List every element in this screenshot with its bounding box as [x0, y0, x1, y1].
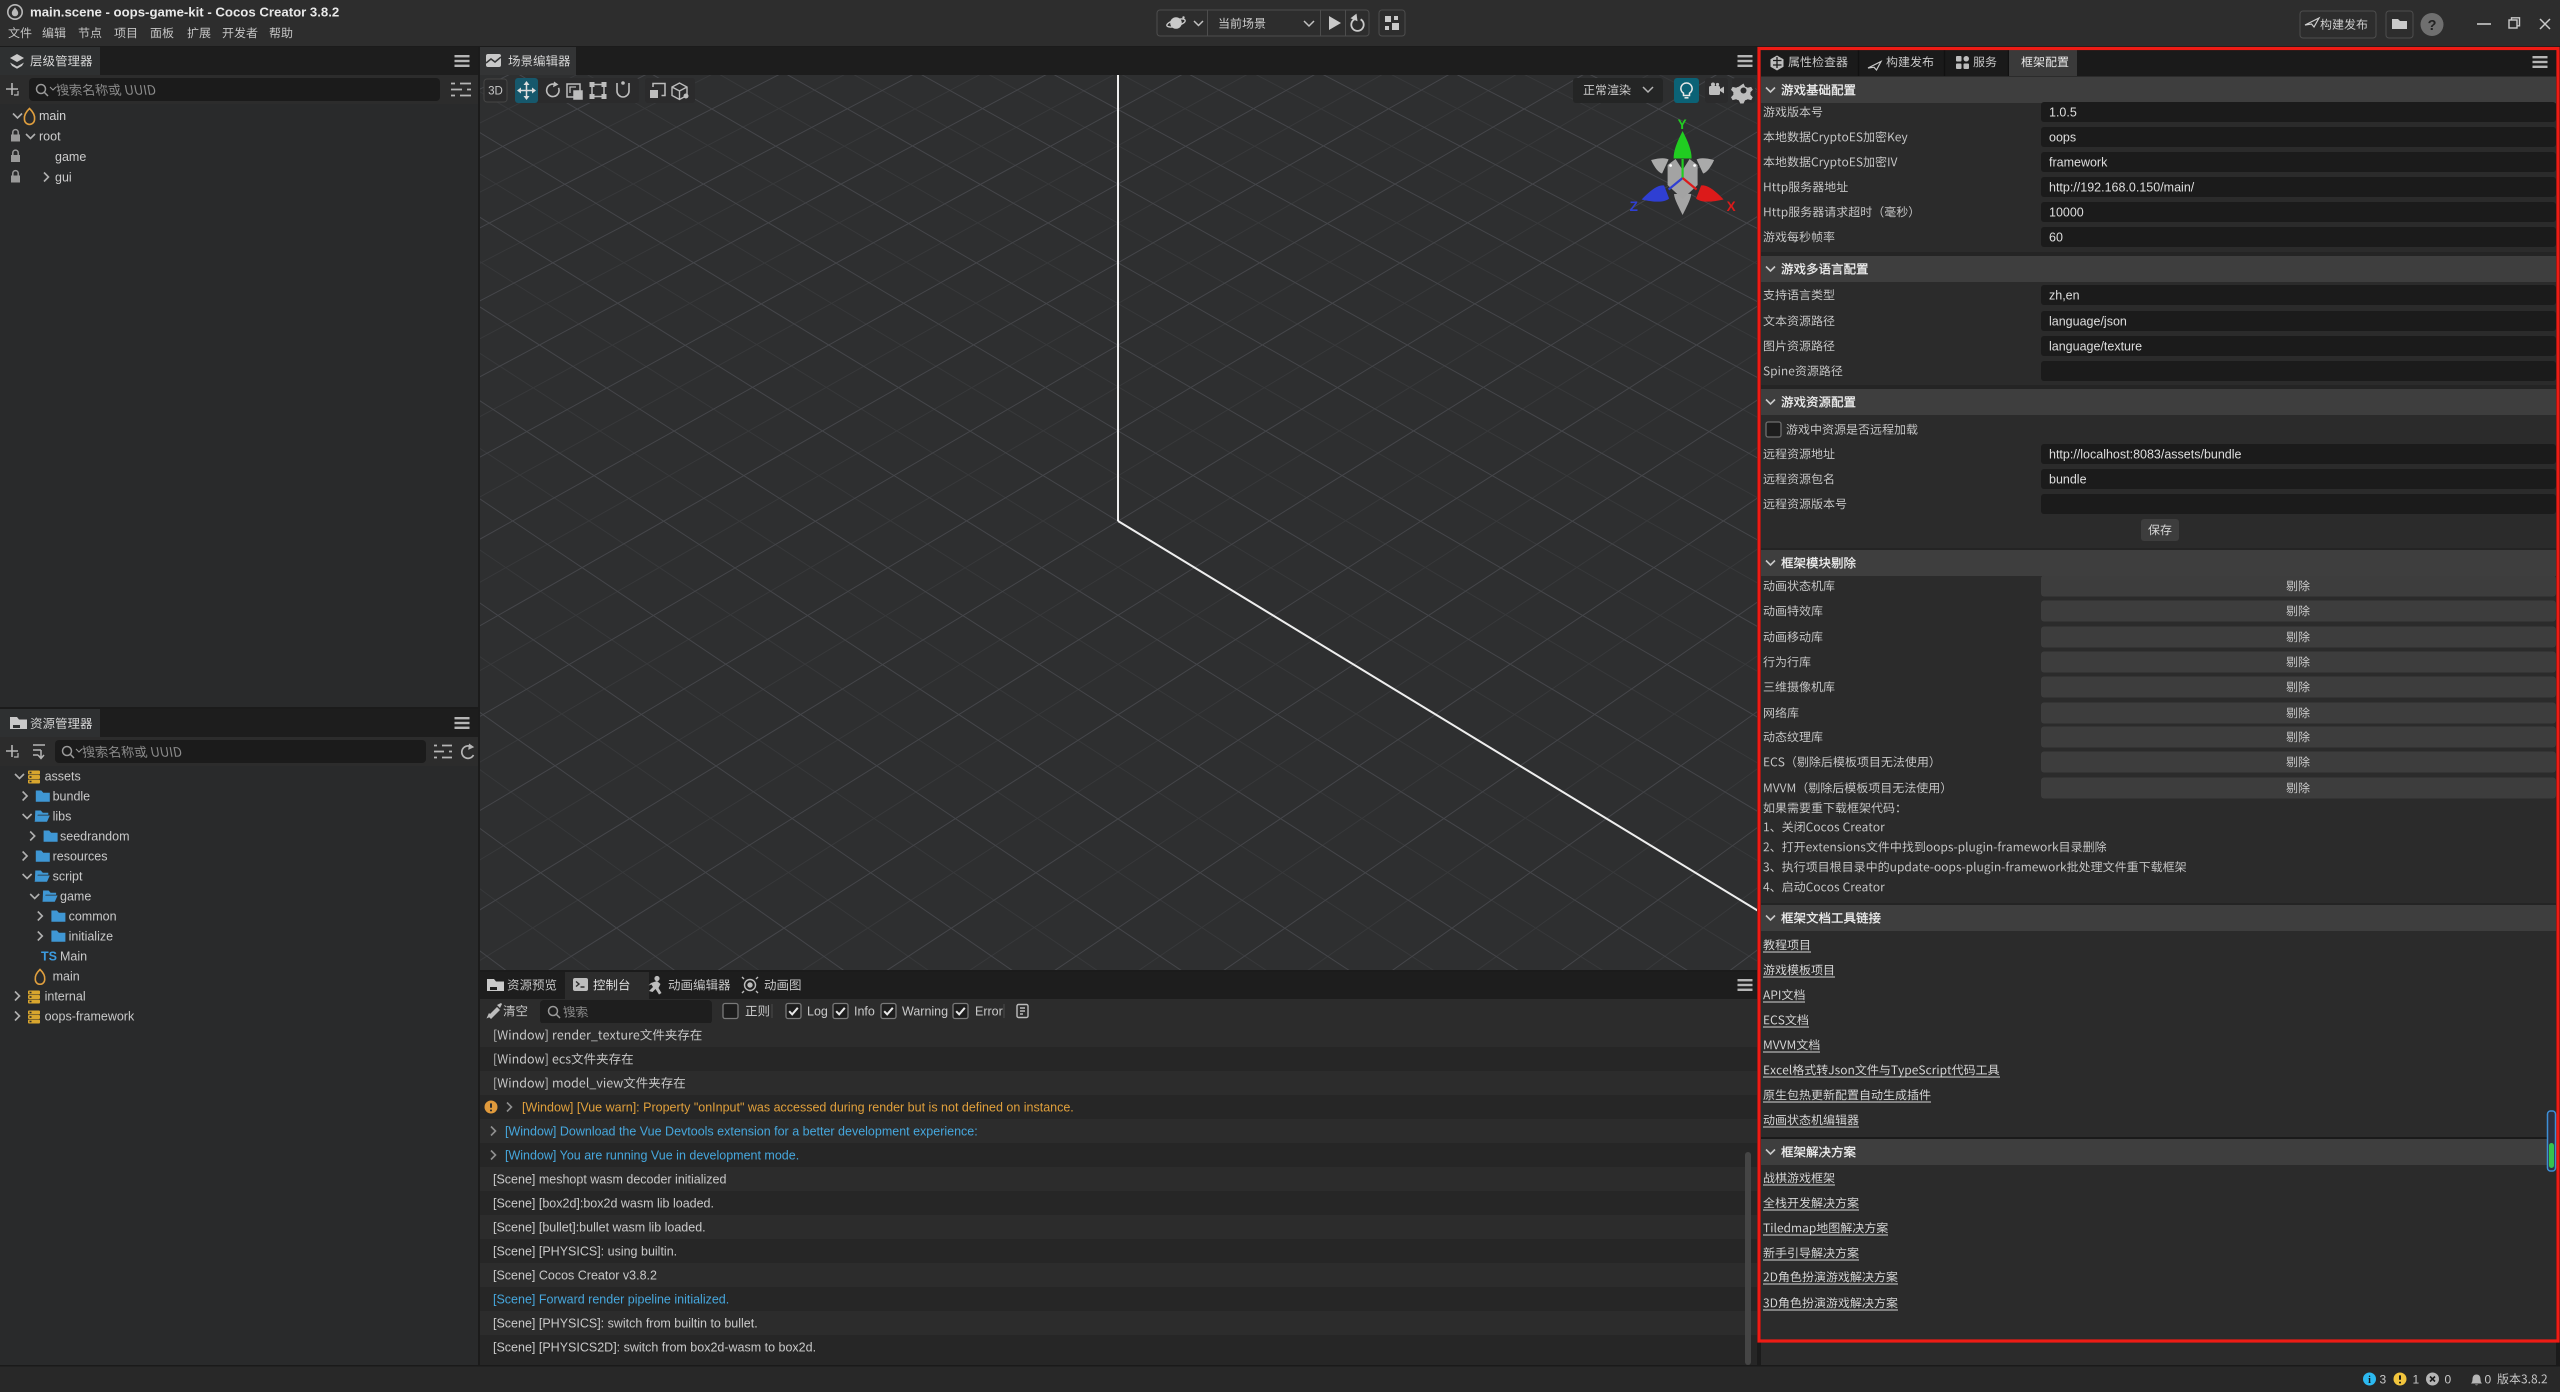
svg-text:[Scene] [PHYSICS]: switch from: [Scene] [PHYSICS]: switch from builtin t…	[493, 1316, 758, 1330]
svg-text:gui: gui	[55, 170, 72, 184]
svg-text:language/texture: language/texture	[2049, 339, 2142, 353]
svg-text:TS: TS	[41, 949, 57, 963]
svg-text:http://localhost:8083/assets/b: http://localhost:8083/assets/bundle	[2049, 447, 2242, 461]
svg-text:[Scene] Forward render pipelin: [Scene] Forward render pipeline initiali…	[493, 1292, 729, 1306]
svg-text:assets: assets	[45, 769, 81, 783]
svg-text:bundle: bundle	[53, 789, 91, 803]
svg-text:Info: Info	[854, 1004, 875, 1018]
svg-text:3D: 3D	[488, 86, 503, 98]
svg-text:http://192.168.0.150/main/: http://192.168.0.150/main/	[2049, 180, 2195, 194]
svg-text:[Scene] [bullet]:bullet wasm l: [Scene] [bullet]:bullet wasm lib loaded.	[493, 1220, 706, 1234]
svg-text:1.0.5: 1.0.5	[2049, 105, 2077, 119]
svg-text:initialize: initialize	[69, 929, 114, 943]
svg-text:1: 1	[2413, 1372, 2420, 1386]
svg-text:[Scene] [box2d]:box2d wasm lib: [Scene] [box2d]:box2d wasm lib loaded.	[493, 1196, 714, 1210]
svg-text:game: game	[55, 150, 86, 164]
svg-text:oops-framework: oops-framework	[45, 1009, 135, 1023]
svg-text:bundle: bundle	[2049, 472, 2087, 486]
svg-text:game: game	[60, 889, 91, 903]
svg-text:zh,en: zh,en	[2049, 288, 2080, 302]
svg-text:10000: 10000	[2049, 205, 2084, 219]
svg-text:X: X	[1727, 199, 1736, 214]
svg-text:oops: oops	[2049, 130, 2076, 144]
svg-text:[Window] [Vue warn]: Property: [Window] [Vue warn]: Property "onInput" …	[522, 1100, 1074, 1114]
svg-text:[Scene] meshopt wasm decoder i: [Scene] meshopt wasm decoder initialized	[493, 1172, 727, 1186]
svg-text:Y: Y	[1678, 117, 1687, 132]
svg-text:Warning: Warning	[902, 1004, 948, 1018]
svg-text:[Window] You are running Vue i: [Window] You are running Vue in developm…	[505, 1148, 799, 1162]
svg-text:resources: resources	[53, 849, 108, 863]
svg-text:60: 60	[2049, 230, 2063, 244]
svg-text:[Scene] Cocos Creator v3.8.2: [Scene] Cocos Creator v3.8.2	[493, 1268, 657, 1282]
svg-text:3: 3	[2380, 1372, 2387, 1386]
svg-text:i: i	[2368, 1375, 2371, 1386]
svg-text:Log: Log	[807, 1004, 828, 1018]
svg-text:internal: internal	[45, 989, 86, 1003]
svg-text:[Scene] [PHYSICS2D]: switch fr: [Scene] [PHYSICS2D]: switch from box2d-w…	[493, 1340, 816, 1354]
svg-text:main: main	[53, 969, 80, 983]
svg-text:0: 0	[2485, 1372, 2492, 1386]
svg-text:framework: framework	[2049, 155, 2108, 169]
svg-text:common: common	[69, 909, 117, 923]
svg-text:language/json: language/json	[2049, 314, 2127, 328]
svg-text:seedrandom: seedrandom	[60, 829, 130, 843]
svg-text:[Window] Download the Vue Devt: [Window] Download the Vue Devtools exten…	[505, 1124, 978, 1138]
svg-text:root: root	[39, 129, 61, 143]
svg-text:main: main	[39, 109, 66, 123]
svg-text:[Scene] [PHYSICS]: using built: [Scene] [PHYSICS]: using builtin.	[493, 1244, 677, 1258]
svg-text:Main: Main	[60, 949, 87, 963]
svg-text:Z: Z	[1630, 199, 1638, 214]
svg-text:libs: libs	[53, 809, 72, 823]
svg-text:Error: Error	[975, 1004, 1003, 1018]
svg-text:0: 0	[2445, 1372, 2452, 1386]
svg-text:main.scene - oops-game-kit - C: main.scene - oops-game-kit - Cocos Creat…	[30, 5, 339, 20]
svg-text:?: ?	[2428, 18, 2437, 34]
svg-text:script: script	[53, 869, 83, 883]
